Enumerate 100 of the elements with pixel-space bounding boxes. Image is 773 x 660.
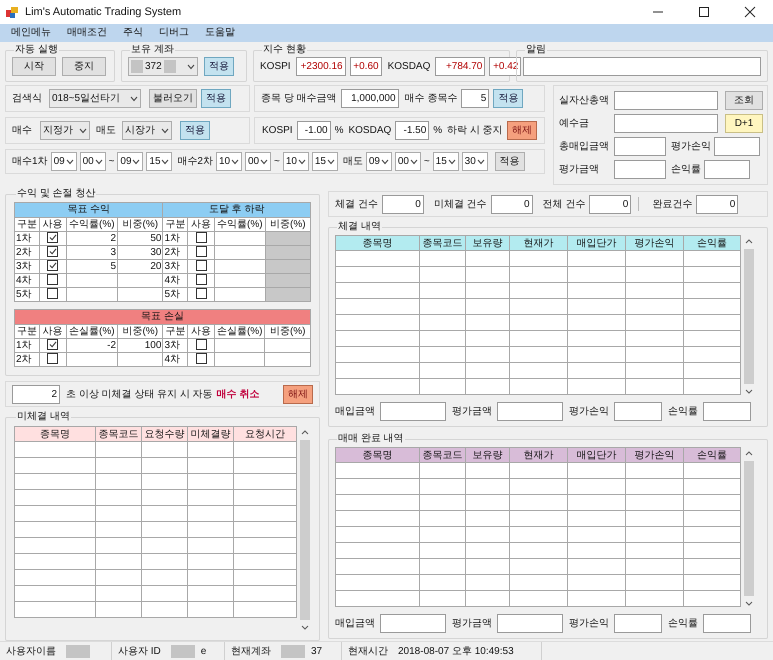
group-title: 알림 — [525, 44, 547, 56]
table-cell — [568, 378, 626, 394]
table-cell — [626, 362, 684, 378]
dropdown[interactable]: 00 — [80, 152, 106, 171]
checkbox[interactable] — [196, 260, 207, 272]
table-cell — [466, 558, 510, 574]
input-field[interactable] — [523, 57, 761, 76]
checkbox[interactable] — [47, 288, 58, 300]
input-field[interactable]: 0 — [696, 194, 738, 214]
table-cell — [141, 602, 188, 618]
dropdown[interactable]: 09 — [366, 152, 392, 171]
button[interactable]: 해제 — [506, 121, 537, 140]
checkbox[interactable] — [196, 246, 207, 258]
input-field[interactable] — [614, 402, 662, 421]
chevron-icon — [410, 158, 418, 164]
checkbox[interactable] — [196, 339, 207, 350]
menu-item[interactable]: 디버그 — [152, 24, 196, 42]
checkbox[interactable] — [47, 246, 58, 258]
button[interactable]: 해제 — [283, 384, 313, 404]
dropdown[interactable]: 30 — [462, 152, 488, 171]
checkbox[interactable] — [196, 288, 207, 300]
button[interactable]: D+1 — [725, 114, 763, 133]
dropdown[interactable]: 15 — [146, 152, 172, 171]
input-field[interactable]: +784.70 — [435, 57, 486, 76]
button[interactable]: 적용 — [180, 121, 210, 140]
button[interactable]: 불러오기 — [149, 89, 197, 108]
input-field[interactable] — [704, 160, 750, 179]
dropdown[interactable]: 지정가 — [40, 121, 90, 140]
input-field[interactable] — [497, 614, 563, 633]
checkbox[interactable] — [47, 260, 58, 272]
dropdown[interactable]: 09 — [117, 152, 144, 171]
table-cell — [420, 494, 466, 510]
menu-item[interactable]: 매매조건 — [60, 24, 114, 42]
input-field[interactable]: 0 — [490, 194, 533, 214]
checkbox[interactable] — [47, 232, 58, 244]
column-header: 종목코드 — [95, 426, 142, 442]
button[interactable]: 적용 — [493, 89, 524, 108]
input-field[interactable]: 0 — [589, 194, 632, 214]
input-field[interactable] — [614, 91, 718, 110]
input-field[interactable] — [614, 160, 666, 179]
button[interactable]: 조회 — [725, 91, 763, 110]
input-field[interactable] — [380, 614, 446, 633]
menu-item[interactable]: 메인메뉴 — [4, 24, 58, 42]
input-field[interactable]: 1,000,000 — [340, 89, 399, 108]
column-header: 구분 — [14, 324, 40, 338]
dropdown[interactable]: 018~5일선타기 — [49, 89, 141, 108]
menu-item[interactable]: 주식 — [116, 24, 150, 42]
checkbox[interactable] — [47, 274, 58, 286]
table-cell — [188, 554, 234, 570]
table-cell — [420, 558, 466, 574]
input-field[interactable]: -1.50 — [395, 121, 430, 140]
checkbox[interactable] — [47, 339, 58, 350]
dropdown[interactable]: 15 — [312, 152, 338, 171]
group-title: 지수 현황 — [262, 44, 307, 56]
dropdown[interactable]: 10 — [216, 152, 242, 171]
input-field[interactable] — [614, 614, 662, 633]
checkbox[interactable] — [196, 232, 207, 244]
dropdown[interactable]: 00 — [244, 152, 271, 171]
dropdown[interactable]: 372 — [128, 57, 198, 76]
checkbox[interactable] — [47, 353, 58, 364]
dropdown[interactable]: 00 — [394, 152, 421, 171]
table-cell — [684, 558, 740, 574]
scrollbar-thumb[interactable] — [744, 249, 754, 384]
button[interactable]: 적용 — [201, 89, 231, 108]
input-field[interactable] — [714, 137, 760, 156]
chevron-icon — [161, 158, 170, 164]
input-field[interactable]: -1.00 — [296, 121, 331, 140]
checkbox[interactable] — [196, 353, 207, 364]
input-field[interactable]: +2300.16 — [296, 57, 346, 76]
table-cell: 3 — [66, 246, 118, 260]
column-header: 보유량 — [466, 448, 510, 462]
scrollbar-thumb[interactable] — [744, 461, 754, 596]
table-cell — [626, 298, 684, 314]
table-cell — [510, 298, 568, 314]
button[interactable]: 적용 — [204, 57, 234, 76]
column-header: 매입단가 — [568, 236, 626, 250]
input-field[interactable]: 0 — [382, 194, 424, 214]
menu-item[interactable]: 도움말 — [198, 24, 242, 42]
input-field[interactable] — [497, 402, 563, 421]
column-header: 손익률 — [684, 236, 740, 250]
input-field[interactable] — [614, 114, 718, 133]
input-field[interactable] — [380, 402, 446, 421]
button[interactable]: 적용 — [494, 152, 525, 171]
input-field[interactable]: +0.60 — [350, 57, 382, 76]
input-field[interactable] — [703, 402, 751, 421]
input-field[interactable]: 2 — [12, 384, 60, 404]
column-header: 수익률(%) — [214, 218, 266, 232]
checkbox[interactable] — [196, 274, 207, 286]
table-cell — [626, 526, 684, 542]
input-field[interactable] — [703, 614, 751, 633]
input-field[interactable]: 5 — [461, 89, 490, 108]
dropdown[interactable]: 10 — [282, 152, 309, 171]
table-cell — [466, 250, 510, 266]
button[interactable]: 중지 — [62, 57, 106, 76]
dropdown[interactable]: 15 — [432, 152, 459, 171]
dropdown[interactable]: 시장가 — [122, 121, 172, 140]
button[interactable]: 시작 — [12, 57, 56, 76]
scrollbar-thumb[interactable] — [300, 440, 310, 620]
dropdown[interactable]: 09 — [50, 152, 77, 171]
input-field[interactable] — [614, 137, 666, 156]
